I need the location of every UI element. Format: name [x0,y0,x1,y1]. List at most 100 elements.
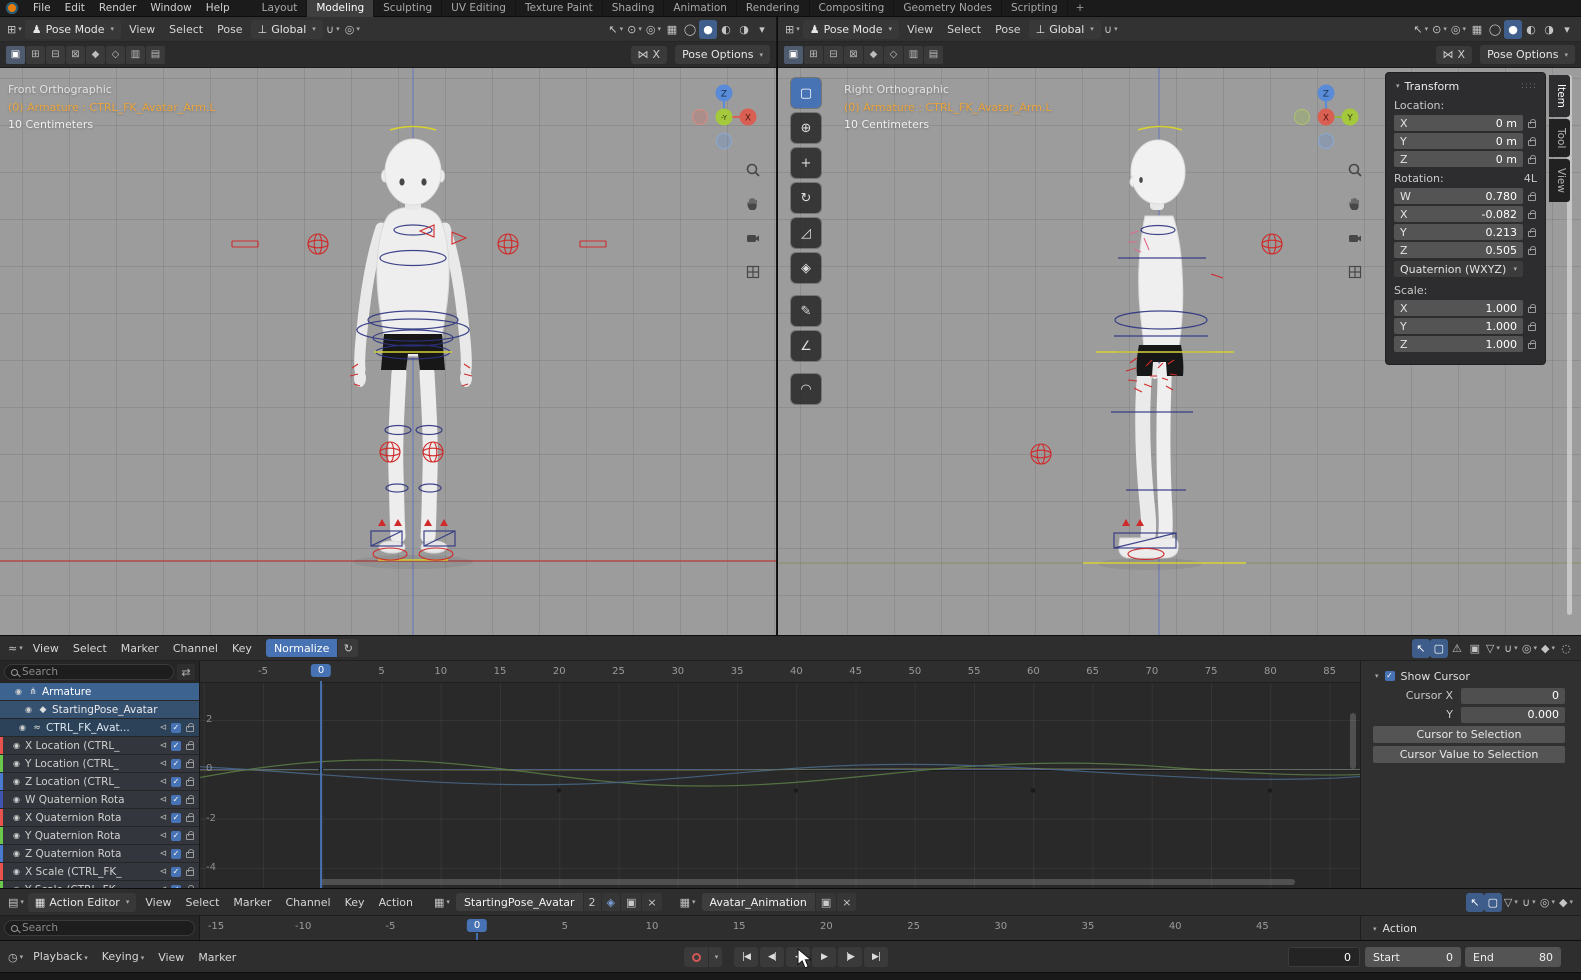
keying-icon[interactable]: ◆▾ [1539,639,1557,658]
channel-visibility-icon[interactable]: ◉ [11,867,22,876]
lock-icon[interactable] [1527,340,1537,349]
tool-select-box[interactable]: ▢ [791,78,821,108]
channel-visibility-icon[interactable]: ◉ [13,687,24,696]
channel-mute-speaker-icon[interactable]: ⊲ [159,741,167,751]
value-slider[interactable]: Y 0 m [1394,133,1523,149]
ghost-curve-icon[interactable]: ◌▾ [1557,639,1575,658]
play-reverse-button[interactable]: ◀ [786,947,810,967]
menu-item[interactable]: Key [338,890,372,915]
menu-item[interactable]: Select [940,17,988,42]
proportional-icon[interactable]: ◎▾ [1538,893,1557,912]
cursor-y-field[interactable]: 0.000 [1461,707,1565,723]
lock-icon[interactable] [1527,137,1537,146]
editor-type-button[interactable]: ⊞▾ [5,20,24,39]
value-slider[interactable]: W 0.780 [1394,188,1523,204]
animation-name-field[interactable]: Avatar_Animation [702,896,815,909]
select-mode-new-icon[interactable]: ▣ [784,46,803,64]
blender-logo-icon[interactable] [6,2,18,14]
frame-start-field[interactable]: Start 0 [1365,947,1461,967]
tool-transform[interactable]: ◈ [791,253,821,283]
shading-wireframe-icon[interactable]: ◯▾ [681,20,699,39]
only-selected-icon[interactable]: ↖▾ [1412,639,1430,658]
channel-search-box[interactable] [4,664,174,680]
channel-visibility-icon[interactable]: ◉ [17,723,28,732]
jump-to-end-button[interactable]: ▶| [864,947,888,967]
menu-item[interactable]: Key [225,636,259,661]
next-keyframe-button[interactable]: |▶ [838,947,862,967]
channel-visibility-icon[interactable]: ◉ [11,795,22,804]
pose-options-dropdown[interactable]: Pose Options▾ [1480,45,1575,64]
mode-selector[interactable]: ♟Pose Mode▾ [25,20,121,39]
current-frame-field[interactable]: 0 [1288,947,1360,967]
fake-user-shield-icon[interactable]: ◈ [601,893,620,911]
value-slider[interactable]: Z 0 m [1394,151,1523,167]
lock-icon[interactable] [1527,322,1537,331]
curve-canvas[interactable]: 20-2-4 [200,683,1360,888]
menu-item[interactable]: View [138,890,178,915]
menu-item[interactable]: Action [372,890,420,915]
show-overlays-icon[interactable]: ◎▾ [1449,20,1468,39]
lock-icon[interactable] [1527,246,1537,255]
vertical-scrollbar[interactable] [1350,713,1356,769]
channel-row[interactable]: ◉ Z Quaternion Rota ⊲ ✓ [0,845,199,862]
channel-enable-checkbox[interactable]: ✓ [171,723,181,733]
select-mode-new-icon[interactable]: ▣ [6,46,25,64]
channel-lock-icon[interactable] [185,813,195,822]
sidebar-tab[interactable]: Item [1549,75,1570,117]
panel-collapse-icon[interactable]: ▾ [1373,925,1377,933]
pose-options-dropdown[interactable]: Pose Options▾ [675,45,770,64]
channel-visibility-icon[interactable]: ◉ [11,759,22,768]
shading-solid-icon[interactable]: ●▾ [699,20,717,39]
value-slider[interactable]: X 0 m [1394,115,1523,131]
dope-ruler[interactable]: 0 -15-10-5051015202530354045 [200,916,1360,941]
channel-lock-icon[interactable] [185,831,195,840]
menu-item[interactable]: Render [92,0,143,17]
show-gizmo-icon[interactable]: ⊙▾ [625,20,644,39]
value-slider[interactable]: X -0.082 [1394,206,1523,222]
unlink-action-icon[interactable]: × [641,893,661,911]
select-mode-subtract-icon[interactable]: ⊟ [46,46,65,64]
camera-view-icon[interactable] [745,230,761,249]
channel-enable-checkbox[interactable]: ✓ [171,867,181,877]
editor-type-button[interactable]: ⊞▾ [783,20,802,39]
channel-lock-icon[interactable] [185,759,195,768]
tool-rotate[interactable]: ↻ [791,183,821,213]
menu-item[interactable]: Marker▾ [191,945,243,970]
lock-icon[interactable] [1527,119,1537,128]
channel-mute-speaker-icon[interactable]: ⊲ [159,867,167,877]
workspace-tab[interactable]: Scripting [1002,0,1068,17]
channel-visibility-icon[interactable]: ◉ [11,813,22,822]
channel-mute-speaker-icon[interactable]: ⊲ [159,831,167,841]
value-slider[interactable]: X 1.000 [1394,300,1523,316]
channel-mute-speaker-icon[interactable]: ⊲ [159,777,167,787]
snap-icon[interactable]: ∪▾ [1520,893,1538,912]
channel-row[interactable]: ◉ Y Scale (CTRL_FK_ ⊲ ✓ [0,881,199,888]
rotation-mode-dropdown[interactable]: Quaternion (WXYZ)▾ [1394,261,1523,277]
sidebar-tab[interactable]: View [1549,159,1570,202]
lock-icon[interactable] [1527,192,1537,201]
jump-to-start-button[interactable]: |◀ [734,947,758,967]
menu-item[interactable]: Marker [226,890,278,915]
channel-row[interactable]: ◉ X Location (CTRL_ ⊲ ✓ [0,737,199,754]
editor-type-button[interactable]: ◷▾ [6,948,25,967]
auto-keying-record-button[interactable] [684,947,708,967]
panel-grip-icon[interactable]: :::: [1521,81,1537,91]
channel-visibility-icon[interactable]: ◉ [11,849,22,858]
menu-item[interactable]: Edit [58,0,92,17]
shading-wireframe-icon[interactable]: ◯▾ [1486,20,1504,39]
filter-icon[interactable]: ▽▾ [1502,893,1520,912]
filter-icon[interactable]: ▽▾ [1484,639,1502,658]
channel-row[interactable]: ◉ X Quaternion Rota ⊲ ✓ [0,809,199,826]
duplicate-animation-icon[interactable]: ▣ [815,893,836,911]
value-slider[interactable]: Z 0.505 [1394,242,1523,258]
browse-animation-icon[interactable]: ▦▾ [678,893,698,912]
channel-lock-icon[interactable] [185,777,195,786]
workspace-tab[interactable]: Sculpting [374,0,442,17]
normalize-toggle[interactable]: Normalize [266,639,337,657]
channel-row[interactable]: ◉ W Quaternion Rota ⊲ ✓ [0,791,199,808]
transform-pivot-icon[interactable]: ◆ [864,46,883,64]
channel-row[interactable]: ◉ ≈ CTRL_FK_Avat... ⊲ ✓ [0,719,199,736]
tool-annotate[interactable]: ✎ [791,296,821,326]
show-hidden-icon[interactable]: ▢▾ [1484,893,1502,912]
action-users-count[interactable]: 2 [583,893,601,911]
